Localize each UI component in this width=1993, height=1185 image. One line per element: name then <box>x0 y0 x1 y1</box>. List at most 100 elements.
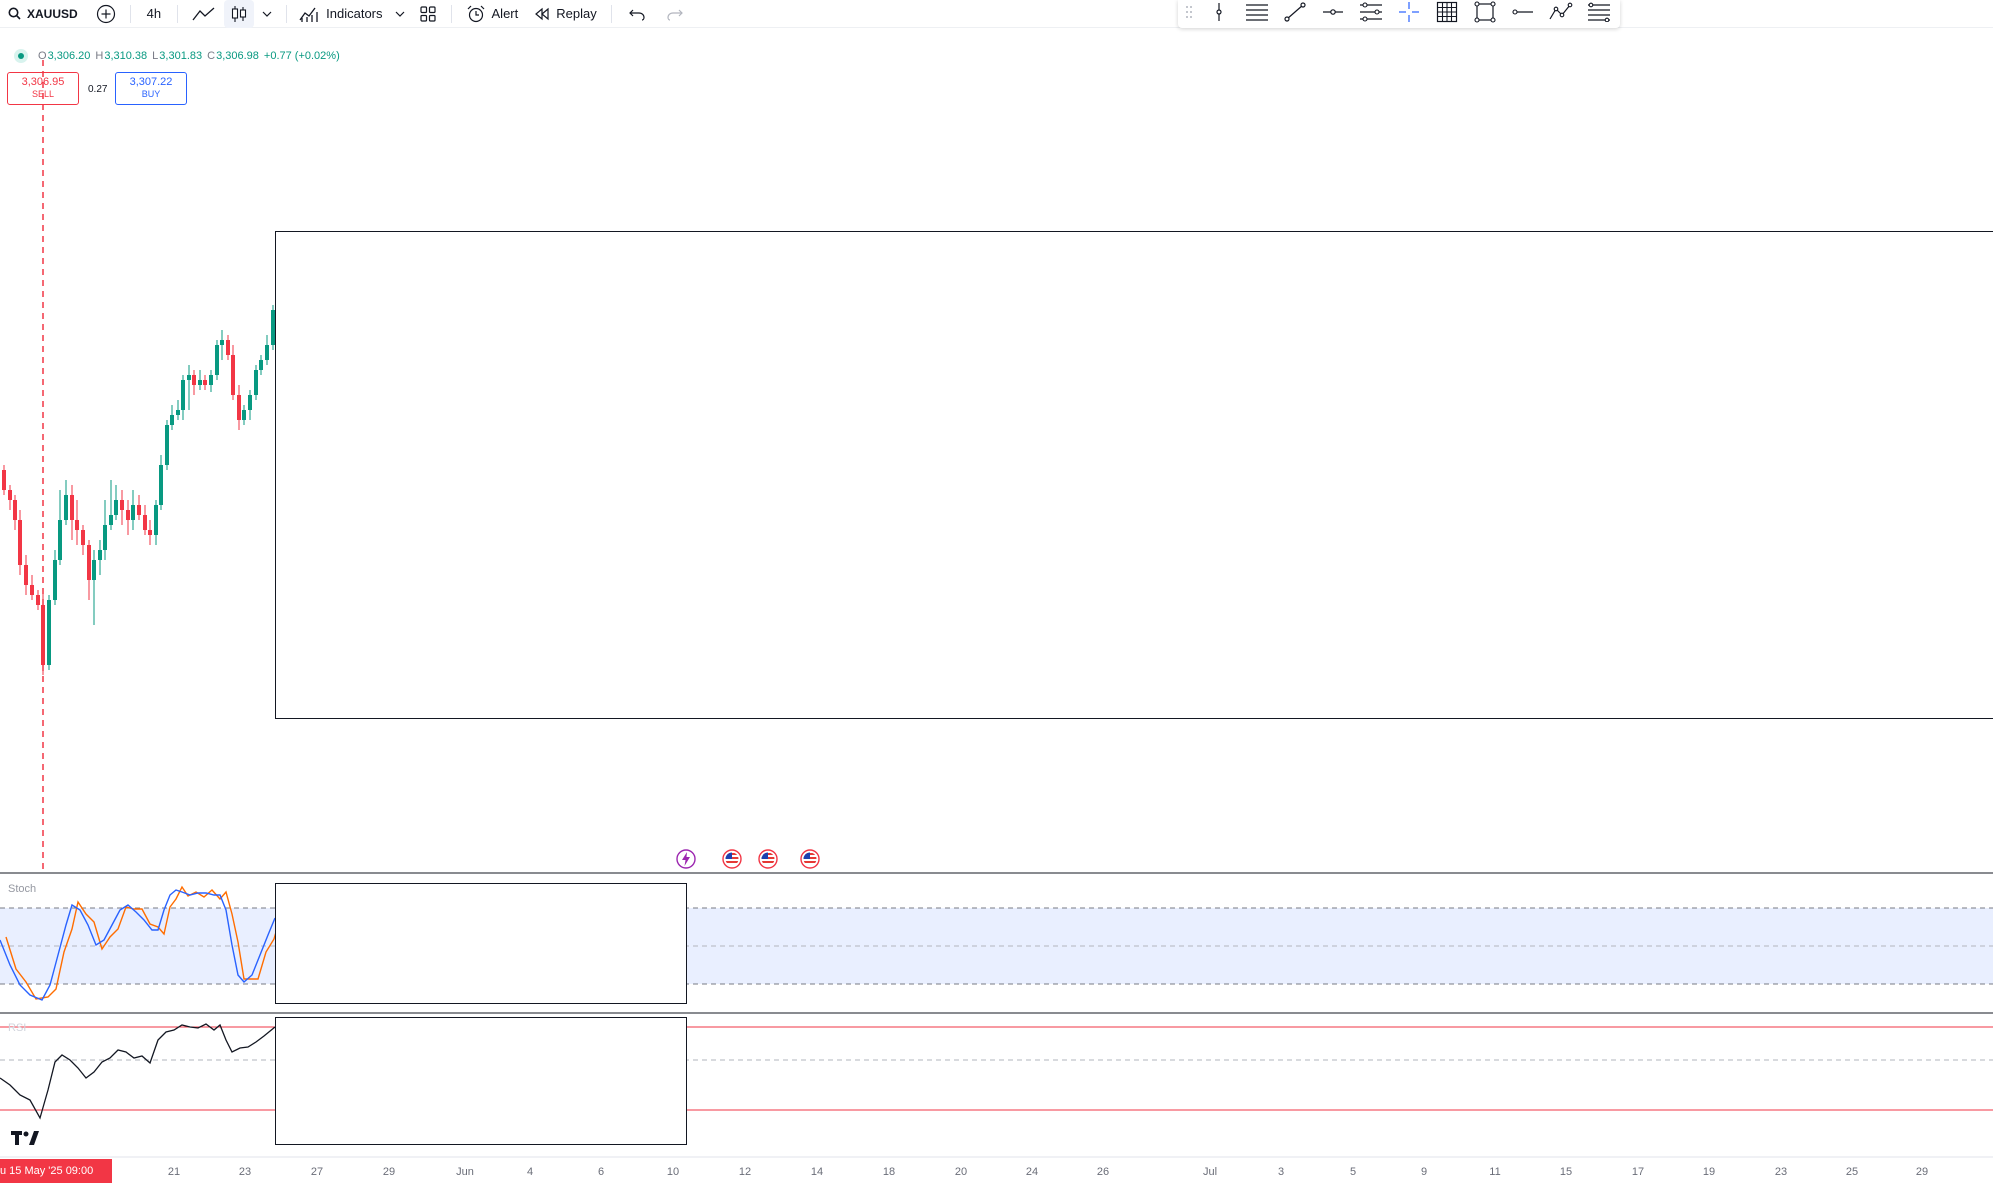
horizontal-line-icon <box>1512 2 1534 27</box>
lightning-event-icon[interactable] <box>676 849 696 869</box>
horizontal-ray-tool[interactable] <box>1314 0 1352 28</box>
candle-body <box>209 375 213 385</box>
chart-type-dropdown[interactable] <box>254 0 280 28</box>
candles-button[interactable] <box>224 0 255 28</box>
stoch-d-line <box>5 885 282 1000</box>
top-toolbar: XAUUSD 4h Indicators Alert Replay <box>0 0 1993 28</box>
candle-body <box>192 375 196 385</box>
candle-body <box>159 465 163 505</box>
toolbar-divider <box>450 4 452 23</box>
candle-body <box>70 495 74 520</box>
time-axis-label: 19 <box>1702 1166 1716 1178</box>
line-chart-button[interactable] <box>184 0 224 28</box>
toolbar-divider <box>286 4 288 23</box>
alarm-clock-icon <box>466 4 486 24</box>
candle-body <box>18 520 22 565</box>
candle-body <box>170 415 174 425</box>
time-axis-label: 10 <box>666 1166 680 1178</box>
spread-value: 0.27 <box>88 84 108 95</box>
time-axis-label: 24 <box>1025 1166 1039 1178</box>
time-axis-label: 17 <box>1631 1166 1645 1178</box>
compare-button[interactable] <box>88 0 124 28</box>
candle-body <box>248 395 252 410</box>
rectangle-tool[interactable] <box>1466 0 1504 28</box>
low-value: 3,301.83 <box>159 50 203 62</box>
us-flag-event-icon[interactable] <box>800 849 820 869</box>
candle-body <box>8 490 12 500</box>
indicators-label: Indicators <box>326 6 383 21</box>
drawing-toolbar <box>1178 0 1620 28</box>
low-label: L <box>152 50 159 62</box>
gann-grid-tool[interactable] <box>1428 0 1466 28</box>
time-axis-label: 29 <box>382 1166 396 1178</box>
time-axis-label: 25 <box>1845 1166 1859 1178</box>
line-chart-icon <box>192 6 216 22</box>
price-candles <box>2 305 275 675</box>
high-value: 3,310.38 <box>104 50 148 62</box>
time-axis-label: 23 <box>1774 1166 1788 1178</box>
sell-price: 3,306.95 <box>21 76 65 88</box>
plus-circle-icon <box>96 4 116 24</box>
rsi-line <box>0 1023 276 1120</box>
indicators-dropdown[interactable] <box>389 0 411 28</box>
channel-icon <box>1359 1 1383 27</box>
symbol-search-button[interactable]: XAUUSD <box>0 0 88 28</box>
drag-handle[interactable] <box>1178 0 1200 28</box>
candle-body <box>13 500 17 520</box>
redo-button[interactable] <box>656 0 694 28</box>
buy-price: 3,307.22 <box>129 76 173 88</box>
time-axis-label: 14 <box>810 1166 824 1178</box>
time-axis-label: 5 <box>1349 1166 1357 1178</box>
indicators-button[interactable]: Indicators <box>293 0 388 28</box>
buy-label: BUY <box>141 89 161 99</box>
buy-button[interactable]: 3,307.22 BUY <box>115 72 187 105</box>
chevron-down-icon <box>262 10 272 18</box>
candle-body <box>98 550 102 560</box>
replay-label: Replay <box>556 6 597 21</box>
horizontal-ray-icon <box>1322 2 1344 27</box>
crosshair-tool[interactable] <box>1390 0 1428 28</box>
path-tool[interactable] <box>1542 0 1580 28</box>
parallel-channel-tool[interactable] <box>1352 0 1390 28</box>
candle-body <box>41 605 45 665</box>
change-value: +0.77 (+0.02%) <box>263 50 340 62</box>
undo-button[interactable] <box>618 0 656 28</box>
candle-body <box>176 410 180 415</box>
alert-label: Alert <box>491 6 519 21</box>
candle-body <box>64 495 68 520</box>
chevron-down-icon <box>395 10 405 18</box>
candle-body <box>254 370 258 395</box>
sell-button[interactable]: 3,306.95 SELL <box>7 72 79 105</box>
us-flag-event-icon[interactable] <box>722 849 742 869</box>
horizontal-line-tool[interactable] <box>1504 0 1542 28</box>
candle-body <box>231 355 235 395</box>
grid-icon <box>1436 1 1458 28</box>
candles-icon <box>230 5 248 23</box>
levels-icon <box>1587 2 1611 27</box>
trend-line-tool[interactable] <box>1276 0 1314 28</box>
grip-dots-icon <box>1185 5 1193 24</box>
fib-levels-tool[interactable] <box>1580 0 1618 28</box>
candle-body <box>137 505 141 515</box>
market-status-icon <box>14 49 28 63</box>
rectangle-icon <box>1474 0 1496 28</box>
candle-body <box>220 340 224 345</box>
candle-body <box>75 520 79 530</box>
candle-body <box>24 565 28 585</box>
candle-body <box>259 360 263 370</box>
polyline-icon <box>1548 2 1574 27</box>
candle-body <box>131 505 135 520</box>
layouts-button[interactable] <box>411 0 445 28</box>
tradingview-logo[interactable] <box>11 1129 43 1152</box>
replay-button[interactable]: Replay <box>526 0 604 28</box>
horizontal-lines-tool[interactable] <box>1238 0 1276 28</box>
candle-body <box>36 595 40 605</box>
candle-body <box>81 530 85 545</box>
interval-button[interactable]: 4h <box>137 0 171 28</box>
vertical-line-tool[interactable] <box>1200 0 1238 28</box>
alert-button[interactable]: Alert <box>458 0 527 28</box>
toolbar-divider <box>610 4 612 23</box>
candle-body <box>58 520 62 560</box>
time-axis-label: 21 <box>167 1166 181 1178</box>
us-flag-event-icon[interactable] <box>758 849 778 869</box>
